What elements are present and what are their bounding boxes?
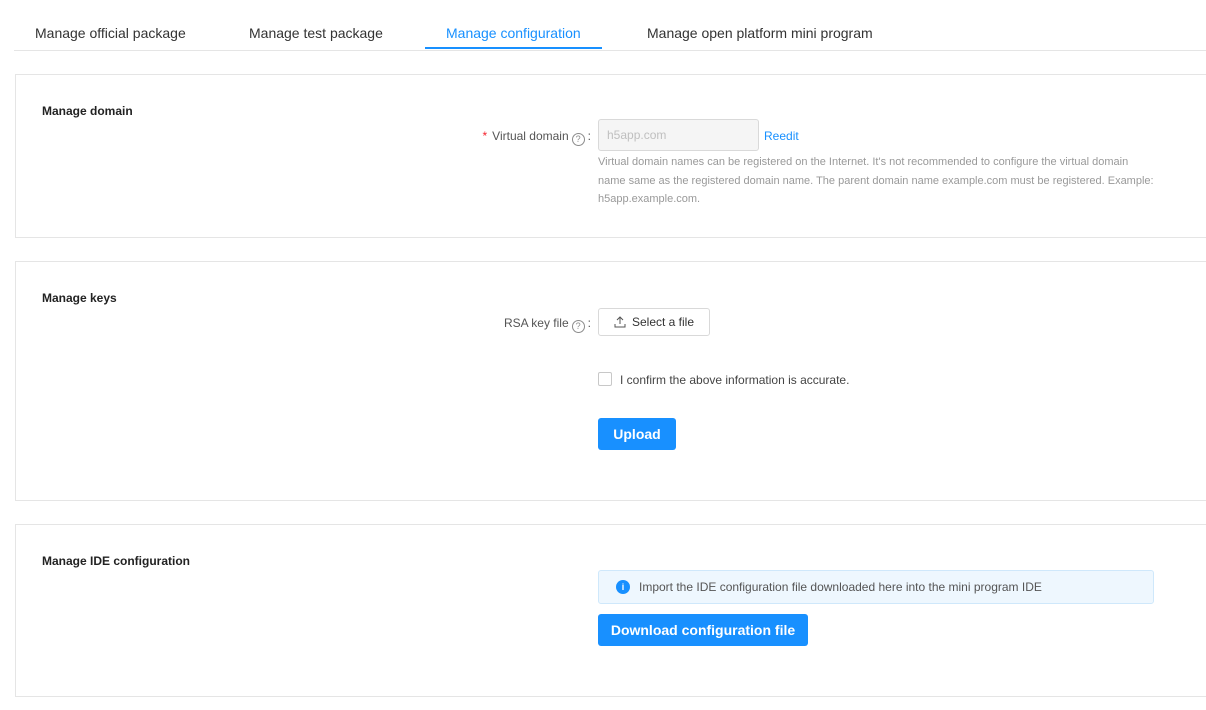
domain-section-title: Manage domain	[42, 104, 133, 118]
label-colon: :	[587, 316, 591, 330]
tab-configuration[interactable]: Manage configuration	[446, 25, 581, 41]
tab-official-package[interactable]: Manage official package	[35, 25, 186, 41]
config-tabs: Manage official package Manage test pack…	[14, 0, 1206, 51]
ide-section-title: Manage IDE configuration	[42, 554, 191, 568]
keys-section-title: Manage keys	[42, 291, 117, 305]
download-configuration-button[interactable]: Download configuration file	[598, 614, 808, 646]
reedit-link[interactable]: Reedit	[764, 129, 799, 143]
rsa-key-file-label: RSA key file?:	[504, 316, 591, 333]
upload-icon	[614, 316, 626, 328]
virtual-domain-hint: Virtual domain names can be registered o…	[598, 156, 1154, 205]
ide-info-text: Import the IDE configuration file downlo…	[639, 580, 1042, 594]
virtual-domain-input	[598, 119, 759, 151]
domain-card: Manage domain * Virtual domain?: Reedit V…	[15, 74, 1206, 238]
tab-open-platform-mini-program[interactable]: Manage open platform mini program	[647, 25, 873, 41]
select-file-label: Select a file	[631, 315, 695, 329]
ide-info-banner: i Import the IDE configuration file down…	[598, 570, 1154, 604]
tab-test-package[interactable]: Manage test package	[249, 25, 383, 41]
virtual-domain-label-text: Virtual domain	[492, 129, 569, 143]
confirm-label[interactable]: I confirm the above information is accur…	[620, 373, 849, 387]
ide-card: Manage IDE configuration i Import the ID…	[15, 524, 1206, 697]
info-icon: i	[616, 580, 630, 594]
select-file-button[interactable]: Select a file	[598, 308, 710, 336]
label-colon: :	[587, 129, 591, 143]
help-icon[interactable]: ?	[571, 133, 585, 146]
keys-card: Manage keys RSA key file?: Select a file…	[15, 261, 1206, 501]
rsa-key-file-label-text: RSA key file	[503, 316, 569, 330]
confirm-checkbox[interactable]	[598, 372, 612, 386]
active-tab-indicator	[425, 47, 602, 49]
virtual-domain-label: * Virtual domain?:	[482, 129, 591, 146]
help-icon[interactable]: ?	[571, 320, 585, 333]
upload-button[interactable]: Upload	[598, 418, 676, 450]
required-mark: *	[482, 129, 488, 143]
